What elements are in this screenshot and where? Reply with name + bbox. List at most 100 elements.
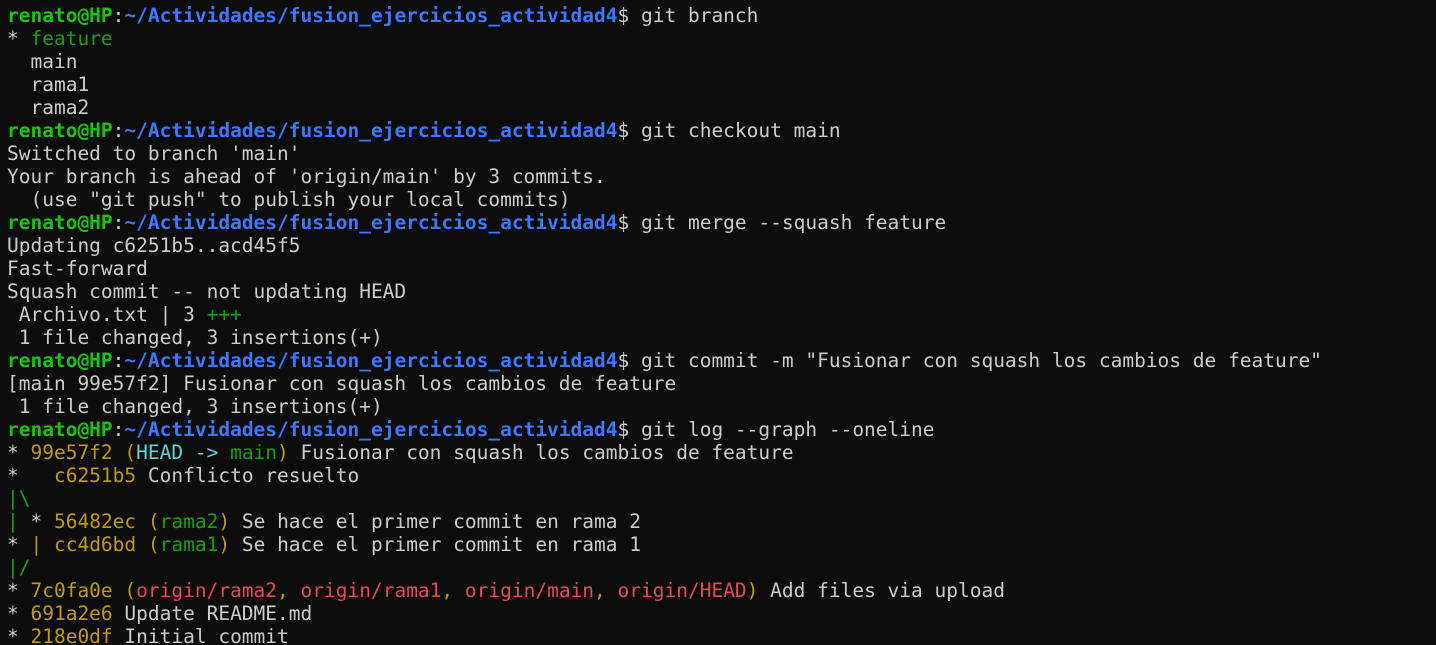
output-segment: ( xyxy=(124,441,137,464)
prompt-user-host: renato@HP xyxy=(7,119,113,142)
output-segment: [main 99e57f2] Fusionar con squash los c… xyxy=(7,372,677,395)
output-segment: * xyxy=(7,579,31,602)
output-segment: 56482ec xyxy=(53,510,148,533)
command-text: git commit -m "Fusionar con squash los c… xyxy=(641,349,1322,372)
prompt-path: ~/Actividades/fusion_ejercicios_activida… xyxy=(124,211,618,234)
output-segment: ( xyxy=(147,510,160,533)
prompt-line: renato@HP:~/Actividades/fusion_ejercicio… xyxy=(7,418,1436,441)
prompt-line: renato@HP:~/Actividades/fusion_ejercicio… xyxy=(7,119,1436,142)
prompt-path: ~/Actividades/fusion_ejercicios_activida… xyxy=(124,349,618,372)
command-text: git checkout main xyxy=(641,119,841,142)
output-segment: ) xyxy=(277,441,289,464)
output-segment: c6251b5 xyxy=(53,464,137,487)
terminal-window[interactable]: renato@HP:~/Actividades/fusion_ejercicio… xyxy=(0,0,1436,645)
output-segment: rama1 xyxy=(7,73,90,96)
output-line: Updating c6251b5..acd45f5 xyxy=(7,234,1436,257)
prompt-separator: : xyxy=(112,211,125,234)
output-line: Fast-forward xyxy=(7,257,1436,280)
prompt-line: renato@HP:~/Actividades/fusion_ejercicio… xyxy=(7,4,1436,27)
output-line: 1 file changed, 3 insertions(+) xyxy=(7,395,1436,418)
output-segment: Archivo.txt | 3 xyxy=(7,303,207,326)
output-line: (use "git push" to publish your local co… xyxy=(7,188,1436,211)
output-segment: ( xyxy=(124,579,137,602)
output-segment: feature xyxy=(30,27,113,50)
output-segment: | xyxy=(30,533,43,556)
output-line: * 691a2e6 Update README.md xyxy=(7,602,1436,625)
output-line: 1 file changed, 3 insertions(+) xyxy=(7,326,1436,349)
command-text: git log --graph --oneline xyxy=(641,418,935,441)
output-segment: origin/main xyxy=(464,579,595,602)
prompt-path: ~/Actividades/fusion_ejercicios_activida… xyxy=(124,418,618,441)
output-segment: , xyxy=(277,579,301,602)
prompt-line: renato@HP:~/Actividades/fusion_ejercicio… xyxy=(7,211,1436,234)
output-segment: origin/rama2 xyxy=(136,579,278,602)
output-segment: rama1 xyxy=(159,533,219,556)
output-line: * feature xyxy=(7,27,1436,50)
output-segment: cc4d6bd xyxy=(42,533,148,556)
output-segment: 1 file changed, 3 insertions(+) xyxy=(7,395,383,418)
output-segment: +++ xyxy=(206,303,242,326)
command-text: git branch xyxy=(641,4,759,27)
output-line: Switched to branch 'main' xyxy=(7,142,1436,165)
prompt-symbol: $ xyxy=(617,119,641,142)
prompt-symbol: $ xyxy=(617,4,641,27)
output-segment: |/ xyxy=(7,556,31,579)
output-segment: origin/HEAD xyxy=(617,579,747,602)
output-segment: Squash commit -- not updating HEAD xyxy=(7,280,407,303)
output-line: Squash commit -- not updating HEAD xyxy=(7,280,1436,303)
output-segment: 691a2e6 xyxy=(30,602,113,625)
output-segment: 7c0fa0e xyxy=(30,579,125,602)
output-segment: |\ xyxy=(7,487,31,510)
output-segment: Fusionar con squash los cambios de featu… xyxy=(288,441,794,464)
output-line: |\ xyxy=(7,487,1436,510)
prompt-separator: : xyxy=(112,119,125,142)
prompt-user-host: renato@HP xyxy=(7,4,113,27)
output-segment: ( xyxy=(147,533,160,556)
output-segment: Conflicto resuelto xyxy=(136,464,360,487)
output-line: [main 99e57f2] Fusionar con squash los c… xyxy=(7,372,1436,395)
output-segment: origin/rama1 xyxy=(300,579,442,602)
output-segment: , xyxy=(441,579,465,602)
output-line: * c6251b5 Conflicto resuelto xyxy=(7,464,1436,487)
command-text: git merge --squash feature xyxy=(641,211,947,234)
output-line: Archivo.txt | 3 +++ xyxy=(7,303,1436,326)
output-segment: 99e57f2 xyxy=(30,441,125,464)
output-segment: 218e0df xyxy=(30,625,113,645)
output-line: Your branch is ahead of 'origin/main' by… xyxy=(7,165,1436,188)
output-segment: Switched to branch 'main' xyxy=(7,142,301,165)
output-segment: Fast-forward xyxy=(7,257,148,280)
output-segment: ) xyxy=(746,579,759,602)
output-line: rama2 xyxy=(7,96,1436,119)
output-segment: Se hace el primer commit en rama 2 xyxy=(230,510,642,533)
prompt-user-host: renato@HP xyxy=(7,211,113,234)
output-segment: * xyxy=(7,625,31,645)
output-segment: Updating c6251b5..acd45f5 xyxy=(7,234,301,257)
output-line: * 218e0df Initial commit xyxy=(7,625,1436,645)
output-segment: * xyxy=(7,533,31,556)
prompt-line: renato@HP:~/Actividades/fusion_ejercicio… xyxy=(7,349,1436,372)
output-line: |/ xyxy=(7,556,1436,579)
output-segment: Your branch is ahead of 'origin/main' by… xyxy=(7,165,606,188)
output-segment: ) xyxy=(218,510,231,533)
output-segment: rama2 xyxy=(7,96,90,119)
output-segment: (use "git push" to publish your local co… xyxy=(7,188,571,211)
prompt-separator: : xyxy=(112,418,125,441)
prompt-user-host: renato@HP xyxy=(7,418,113,441)
output-segment: * xyxy=(7,441,31,464)
output-segment: 1 file changed, 3 insertions(+) xyxy=(7,326,383,349)
output-segment: rama2 xyxy=(159,510,219,533)
prompt-symbol: $ xyxy=(617,211,641,234)
prompt-path: ~/Actividades/fusion_ejercicios_activida… xyxy=(124,119,618,142)
output-line: rama1 xyxy=(7,73,1436,96)
output-segment: HEAD -> xyxy=(136,441,231,464)
output-segment: | xyxy=(7,510,19,533)
prompt-symbol: $ xyxy=(617,418,641,441)
output-line: * 7c0fa0e (origin/rama2, origin/rama1, o… xyxy=(7,579,1436,602)
output-segment: * xyxy=(18,510,54,533)
output-segment: ) xyxy=(218,533,231,556)
prompt-separator: : xyxy=(112,349,125,372)
prompt-separator: : xyxy=(112,4,125,27)
output-segment: main xyxy=(7,50,78,73)
output-segment: Initial commit xyxy=(112,625,289,645)
output-line: main xyxy=(7,50,1436,73)
